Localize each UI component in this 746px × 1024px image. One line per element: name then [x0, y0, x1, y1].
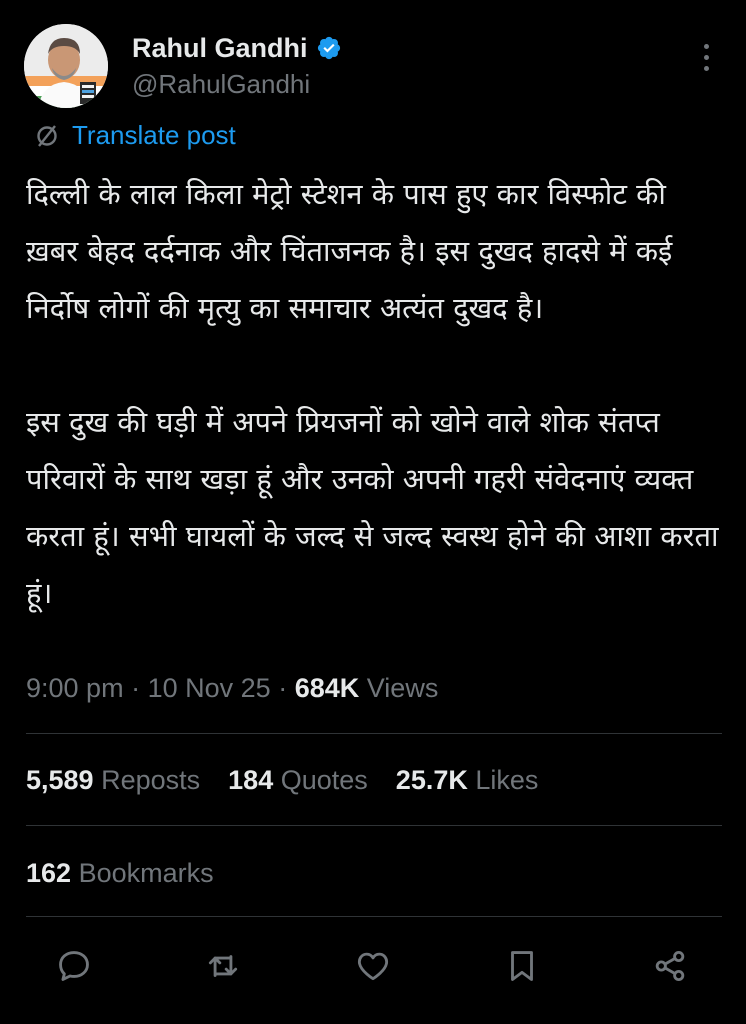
bookmarks-count: 162 — [26, 858, 72, 888]
translate-post-link[interactable]: Translate post — [34, 120, 236, 151]
author-handle: @RahulGandhi — [132, 69, 311, 99]
author-name-row: Rahul Gandhi — [132, 32, 342, 64]
like-icon[interactable] — [351, 944, 395, 988]
likes-stat[interactable]: 25.7K Likes — [396, 760, 539, 800]
reposts-count: 5,589 — [26, 765, 94, 795]
bookmarks-label: Bookmarks — [78, 858, 214, 888]
bookmarks-stat[interactable]: 162 Bookmarks — [26, 853, 214, 893]
author-info[interactable]: Rahul Gandhi @RahulGandhi — [132, 32, 342, 100]
more-options-icon[interactable] — [696, 44, 716, 78]
post-header: Rahul Gandhi @RahulGandhi — [24, 24, 722, 110]
reposts-stat[interactable]: 5,589 Reposts — [26, 760, 200, 800]
verified-badge-icon — [316, 35, 342, 61]
post-date[interactable]: 10 Nov 25 — [148, 673, 271, 703]
meta-separator: · — [131, 673, 141, 703]
engagement-stats: 5,589 Reposts 184 Quotes 25.7K Likes — [26, 760, 538, 800]
post-paragraph: दिल्ली के लाल किला मेट्रो स्टेशन के पास … — [26, 177, 673, 325]
avatar-image — [24, 24, 108, 108]
quotes-label: Quotes — [280, 765, 368, 795]
translate-icon — [37, 124, 57, 147]
author-display-name: Rahul Gandhi — [132, 33, 308, 63]
avatar[interactable] — [24, 24, 108, 108]
reply-icon[interactable] — [52, 944, 96, 988]
translate-label: Translate post — [72, 120, 236, 150]
action-bar — [0, 944, 746, 988]
views-count: 684K — [294, 673, 360, 703]
divider — [26, 916, 722, 917]
divider — [26, 733, 722, 734]
likes-label: Likes — [475, 765, 539, 795]
post-meta: 9:00 pm · 10 Nov 25 · 684K Views — [26, 668, 438, 708]
likes-count: 25.7K — [395, 765, 468, 795]
quotes-stat[interactable]: 184 Quotes — [228, 760, 368, 800]
quotes-count: 184 — [228, 765, 274, 795]
reposts-label: Reposts — [101, 765, 201, 795]
post-time[interactable]: 9:00 pm — [26, 673, 124, 703]
meta-separator: · — [278, 673, 288, 703]
share-icon[interactable] — [648, 944, 692, 988]
post-paragraph: इस दुख की घड़ी में अपने प्रियजनों को खोन… — [26, 405, 719, 610]
post-text: दिल्ली के लाल किला मेट्रो स्टेशन के पास … — [26, 166, 726, 622]
divider — [26, 825, 722, 826]
views-label: Views — [366, 673, 439, 703]
bookmark-icon[interactable] — [500, 944, 544, 988]
repost-icon[interactable] — [201, 944, 245, 988]
